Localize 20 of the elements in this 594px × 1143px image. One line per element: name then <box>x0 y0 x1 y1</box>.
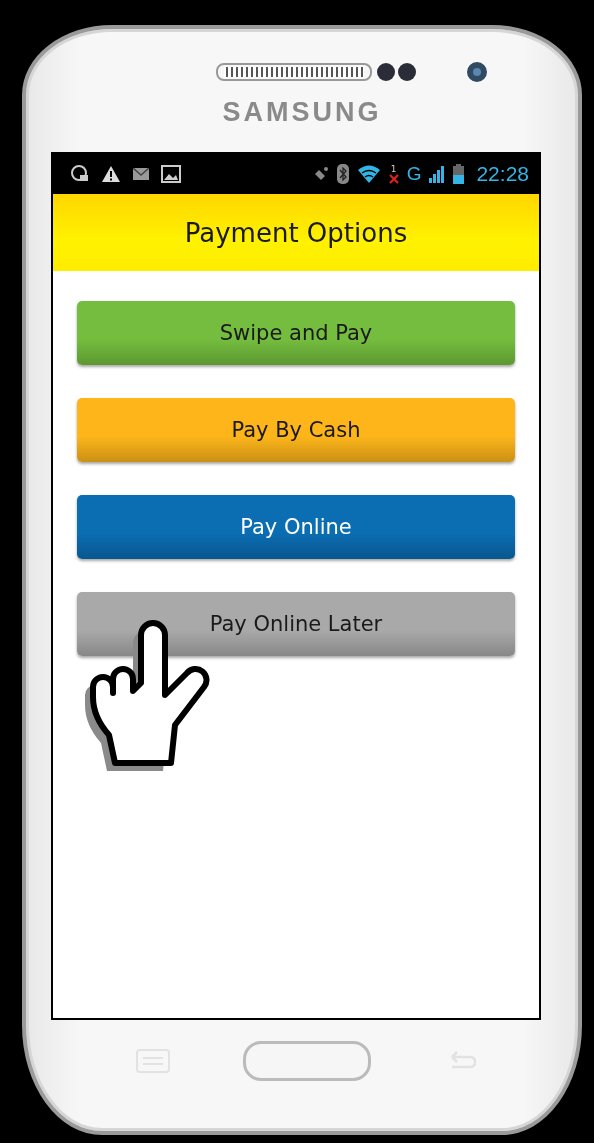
payment-option-button[interactable]: Pay Online Later <box>77 592 515 656</box>
screen-title: Payment Options <box>184 217 408 248</box>
camera-icon <box>466 61 488 83</box>
payment-option-button[interactable]: Pay Online <box>77 495 515 559</box>
no-signal-x-icon <box>388 173 399 184</box>
battery-icon <box>453 164 465 184</box>
payment-option-button[interactable]: Pay By Cash <box>77 398 515 462</box>
home-button[interactable] <box>243 1040 371 1081</box>
image-icon <box>161 165 181 183</box>
wifi-icon <box>356 164 381 184</box>
payment-option-button[interactable]: Swipe and Pay <box>77 301 515 365</box>
bluetooth-icon <box>336 164 349 184</box>
network-type: G <box>406 163 422 185</box>
clock-time: 22:28 <box>476 162 529 186</box>
warning-icon <box>101 165 121 183</box>
brand-logo: SAMSUNG <box>222 97 382 128</box>
sensor-icon <box>376 62 418 82</box>
signal-icon <box>429 165 446 183</box>
sim-label: 1 <box>390 164 397 174</box>
mail-icon <box>133 168 149 180</box>
